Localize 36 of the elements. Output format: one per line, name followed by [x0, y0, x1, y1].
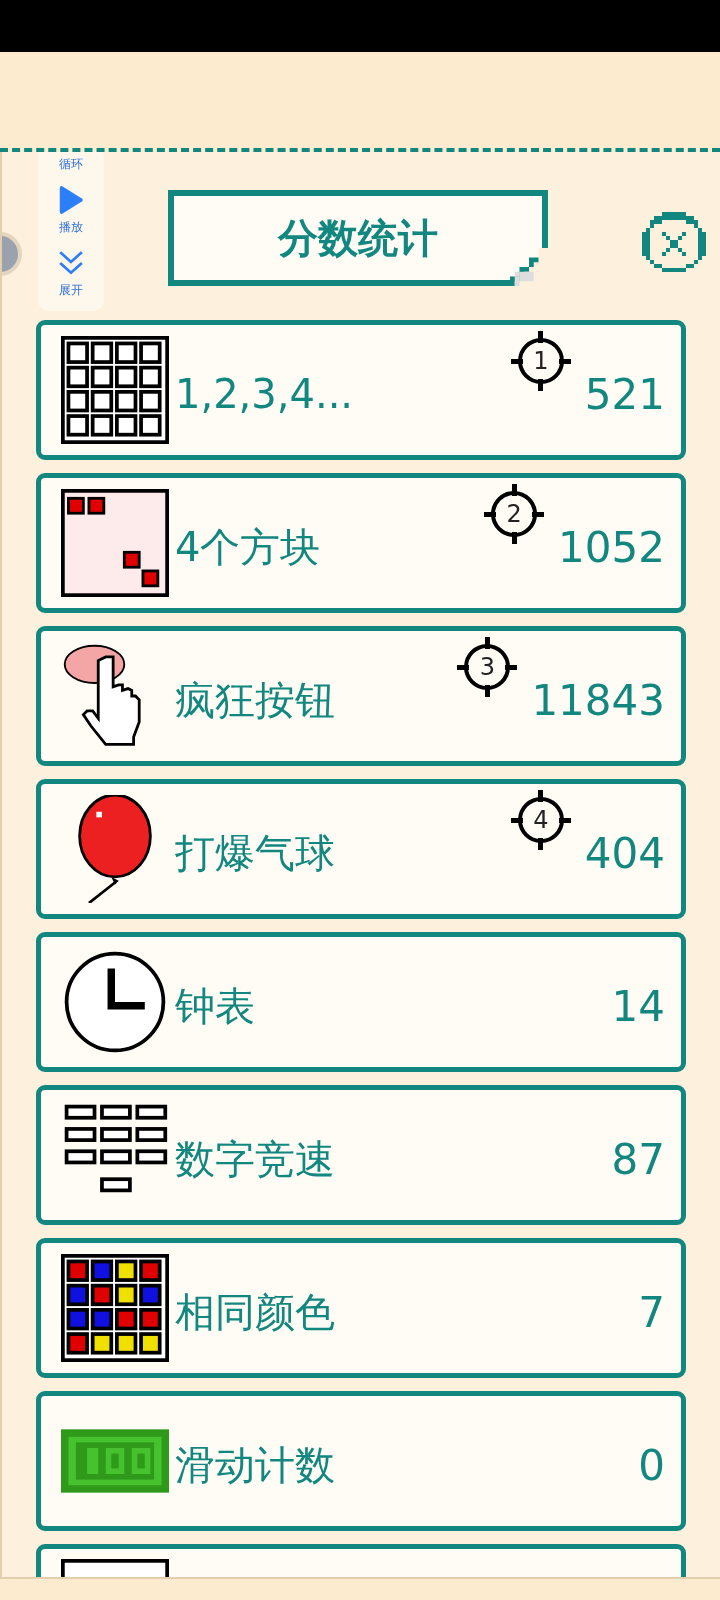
game-name: 4个方块 — [175, 522, 322, 572]
score-value: 87 — [611, 1133, 665, 1184]
color-grid-icon — [61, 1254, 169, 1362]
score-value: 521 — [584, 368, 665, 419]
game-name: 数字竞速 — [175, 1134, 336, 1184]
rank-crosshair: 3 — [457, 637, 518, 697]
game-card[interactable]: 数字竞速 87 — [36, 1085, 686, 1225]
score-value: 7 — [638, 1286, 665, 1337]
game-name: 相同颜色 — [175, 1287, 336, 1337]
number-grid-icon — [61, 336, 169, 444]
game-name: 钟表 — [175, 981, 256, 1031]
control-label[interactable]: 播放 — [59, 219, 83, 236]
scattered-squares-icon — [61, 489, 169, 597]
rank-crosshair: 2 — [484, 484, 545, 544]
game-card[interactable]: 1,2,3,4... 1 521 — [36, 320, 686, 460]
page-title: 分数统计 — [278, 213, 438, 263]
game-name: 1,2,3,4... — [175, 370, 355, 417]
score-value: 404 — [584, 827, 665, 878]
game-card[interactable]: 疯狂按钮 3 11843 — [36, 626, 686, 766]
score-value: 14 — [611, 980, 665, 1031]
game-name: 疯狂按钮 — [175, 675, 336, 725]
game-card[interactable]: 4个方块 2 1052 — [36, 473, 686, 613]
game-card[interactable]: 相同颜色 7 — [36, 1238, 686, 1378]
control-label[interactable]: 循环 — [59, 156, 83, 173]
rank-crosshair: 4 — [510, 790, 571, 850]
game-card[interactable]: 打爆气球 4 404 — [36, 779, 686, 919]
rank-crosshair: 1 — [510, 331, 571, 391]
game-card[interactable]: 钟表 14 — [36, 932, 686, 1072]
game-name: 打爆气球 — [175, 828, 336, 878]
score-value: 11843 — [531, 674, 665, 725]
game-card[interactable]: 滑动计数 0 — [36, 1391, 686, 1531]
play-icon[interactable] — [58, 185, 84, 215]
score-value: 0 — [638, 1439, 665, 1490]
control-label[interactable]: 展开 — [59, 282, 83, 299]
score-value: 1052 — [558, 521, 665, 572]
game-name: 滑动计数 — [175, 1440, 336, 1490]
